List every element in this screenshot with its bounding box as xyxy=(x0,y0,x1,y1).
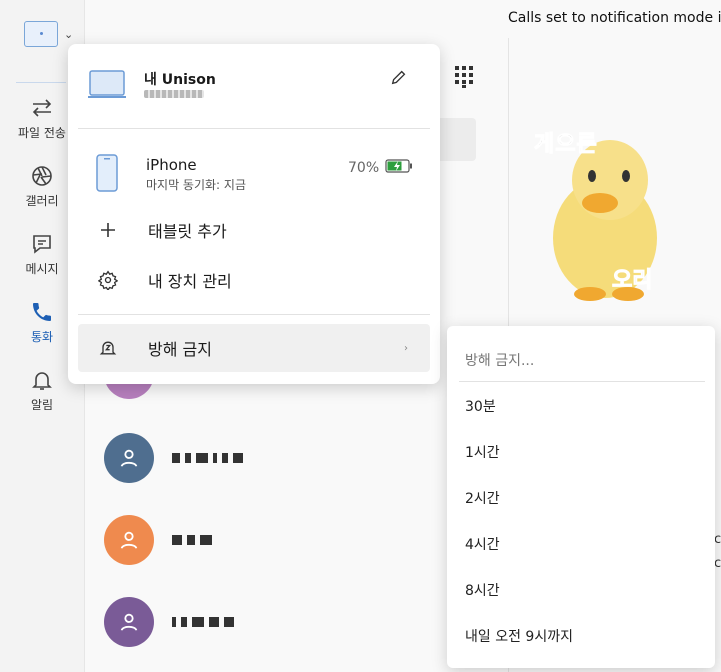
add-tablet-item[interactable]: 태블릿 추가 xyxy=(78,206,430,254)
dnd-option-4h[interactable]: 4시간 xyxy=(447,524,715,564)
manage-devices-item[interactable]: 내 장치 관리 xyxy=(78,256,430,304)
dnd-label: 방해 금지 xyxy=(148,340,212,359)
chevron-down-icon: ⌄ xyxy=(64,27,74,41)
plus-icon xyxy=(78,220,142,240)
device-flyout: 내 Unison iPhone 마지막 동기화: 지금 70% 태블릿 추가 내… xyxy=(68,44,440,384)
phone-sync-status: 마지막 동기화: 지금 xyxy=(146,178,246,192)
dialpad-icon[interactable] xyxy=(452,64,476,88)
dnd-item[interactable]: 방해 금지 › xyxy=(78,324,430,372)
dnd-option-8h[interactable]: 8시간 xyxy=(447,570,715,610)
gear-icon xyxy=(78,270,142,290)
dnd-submenu: 방해 금지... 30분 1시간 2시간 4시간 8시간 내일 오전 9시까지 xyxy=(447,326,715,668)
manage-devices-label: 내 장치 관리 xyxy=(148,272,232,291)
laptop-icon xyxy=(88,70,126,100)
add-tablet-label: 태블릿 추가 xyxy=(148,222,227,241)
rail-divider xyxy=(16,82,66,83)
divider xyxy=(459,381,705,382)
notification-text: Calls set to notification mode in xyxy=(508,10,721,26)
divider xyxy=(78,314,430,315)
clipped-text: c xyxy=(714,532,721,547)
nav-label: 메시지 xyxy=(25,262,59,276)
laptop-icon xyxy=(24,21,58,47)
dnd-option-2h[interactable]: 2시간 xyxy=(447,478,715,518)
nav-label: 알림 xyxy=(30,398,54,412)
dnd-option-tomorrow-9am[interactable]: 내일 오전 9시까지 xyxy=(447,616,715,656)
smartphone-icon xyxy=(96,154,118,192)
nav-label: 파일 전송 xyxy=(18,126,66,140)
clipped-text: c xyxy=(714,556,721,571)
phone-name: iPhone xyxy=(146,156,197,174)
list-item[interactable] xyxy=(104,432,243,484)
redacted-name xyxy=(172,453,243,463)
person-icon xyxy=(120,613,138,631)
person-icon xyxy=(120,531,138,549)
duck-sticker-image: 게으른 오리 xyxy=(530,118,680,308)
person-icon xyxy=(120,449,138,467)
battery-indicator: 70% xyxy=(348,158,413,177)
dnd-option-1h[interactable]: 1시간 xyxy=(447,432,715,472)
nav-label: 갤러리 xyxy=(25,194,59,208)
dnd-option-30min[interactable]: 30분 xyxy=(447,386,715,426)
chevron-right-icon: › xyxy=(404,342,408,354)
list-item[interactable] xyxy=(104,514,212,566)
pc-device-header: 내 Unison xyxy=(68,44,440,128)
dnd-submenu-header: 방해 금지... xyxy=(465,353,535,369)
avatar xyxy=(104,597,154,647)
redacted-name xyxy=(172,617,234,627)
avatar xyxy=(104,433,154,483)
sticker-text-1: 게으른 xyxy=(534,132,598,158)
battery-percent: 70% xyxy=(348,159,380,176)
edit-pencil-icon[interactable] xyxy=(390,68,408,86)
sticker-text-2: 오리 xyxy=(611,268,653,294)
pc-name: 내 Unison xyxy=(144,72,216,88)
pc-subtitle-redacted xyxy=(144,90,204,98)
list-item[interactable] xyxy=(104,596,234,648)
nav-label: 통화 xyxy=(30,330,54,344)
divider xyxy=(78,128,430,129)
battery-charging-icon xyxy=(385,158,413,177)
redacted-name xyxy=(172,535,212,545)
bell-snooze-icon xyxy=(78,338,142,358)
avatar xyxy=(104,515,154,565)
